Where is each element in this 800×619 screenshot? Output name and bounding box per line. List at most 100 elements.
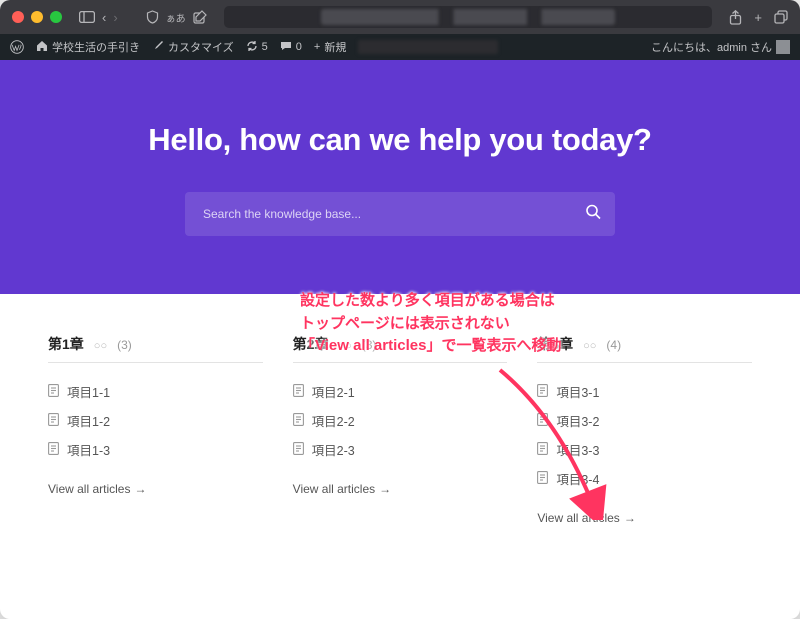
list-item[interactable]: 項目3-4 xyxy=(537,464,752,493)
list-item[interactable]: 項目1-1 xyxy=(48,377,263,406)
browser-window: ‹ › ぁあ + 学校生活 xyxy=(0,0,800,619)
wp-site-name: 学校生活の手引き xyxy=(52,39,140,55)
back-icon[interactable]: ‹ xyxy=(102,10,106,25)
arrow-right-icon: → xyxy=(379,482,391,496)
chapter-header[interactable]: 第1章 ○○ (3) xyxy=(48,334,263,363)
url-bar[interactable] xyxy=(224,6,713,28)
hero: Hello, how can we help you today? xyxy=(0,60,800,294)
list-item-label: 項目3-4 xyxy=(556,469,599,488)
search-icon[interactable] xyxy=(585,204,601,225)
chapter-title: 第3章 xyxy=(537,334,573,354)
plus-icon: + xyxy=(314,41,320,53)
list-item-label: 項目2-2 xyxy=(312,411,355,430)
close-icon[interactable] xyxy=(12,11,24,23)
article-list: 項目3-1 項目3-2 項目3-3 項目3-4 xyxy=(537,377,752,493)
document-icon xyxy=(293,442,304,458)
chapter-title: 第1章 xyxy=(48,334,84,354)
minimize-icon[interactable] xyxy=(31,11,43,23)
document-icon xyxy=(293,384,304,400)
wp-blur xyxy=(358,40,498,54)
wp-updates-link[interactable]: 5 xyxy=(246,40,268,55)
share-icon[interactable] xyxy=(729,10,742,25)
document-icon xyxy=(537,471,548,487)
forward-icon[interactable]: › xyxy=(113,10,117,25)
wp-updates-count: 5 xyxy=(262,41,268,53)
list-item-label: 項目2-3 xyxy=(312,440,355,459)
page-title: Hello, how can we help you today? xyxy=(40,122,760,158)
search-input[interactable] xyxy=(185,192,615,236)
chapter-count: (3) xyxy=(117,338,132,352)
list-item-label: 項目3-1 xyxy=(556,382,599,401)
wp-admin-bar: 学校生活の手引き カスタマイズ 5 0 + 新規 こんにちは、admi xyxy=(0,34,800,60)
list-item-label: 項目1-2 xyxy=(67,411,110,430)
column-1: 第1章 ○○ (3) 項目1-1 項目1-2 項目1-3 View all articles… xyxy=(48,334,263,525)
document-icon xyxy=(537,442,548,458)
chapter-subtitle: ○○ xyxy=(338,340,351,352)
list-item-label: 項目3-3 xyxy=(556,440,599,459)
home-icon xyxy=(36,40,48,55)
text-size-icon[interactable]: ぁあ xyxy=(166,10,186,25)
chapter-subtitle: ○○ xyxy=(94,340,107,352)
refresh-icon xyxy=(246,40,258,55)
list-item[interactable]: 項目1-3 xyxy=(48,435,263,464)
new-tab-icon[interactable]: + xyxy=(754,10,762,25)
column-3: 第3章 ○○ (4) 項目3-1 項目3-2 項目3-3 項目3-4 View all art… xyxy=(537,334,752,525)
list-item-label: 項目3-2 xyxy=(556,411,599,430)
view-all-link[interactable]: View all articles → xyxy=(293,482,508,496)
wp-site-link[interactable]: 学校生活の手引き xyxy=(36,39,140,55)
chapter-count: (3) xyxy=(362,338,377,352)
document-icon xyxy=(293,413,304,429)
article-list: 項目1-1 項目1-2 項目1-3 xyxy=(48,377,263,464)
list-item[interactable]: 項目2-1 xyxy=(293,377,508,406)
maximize-icon[interactable] xyxy=(50,11,62,23)
compose-icon[interactable] xyxy=(193,10,207,24)
view-all-link[interactable]: View all articles → xyxy=(537,511,752,525)
wp-greeting-text: こんにちは、admin さん xyxy=(651,39,772,55)
shield-icon[interactable] xyxy=(146,10,159,24)
comment-icon xyxy=(280,40,292,55)
avatar xyxy=(776,40,790,54)
chapter-header[interactable]: 第2章 ○○ (3) xyxy=(293,334,508,363)
view-all-link[interactable]: View all articles → xyxy=(48,482,263,496)
list-item[interactable]: 項目3-3 xyxy=(537,435,752,464)
wp-new-link[interactable]: + 新規 xyxy=(314,39,346,55)
list-item[interactable]: 項目2-3 xyxy=(293,435,508,464)
column-2: 第2章 ○○ (3) 項目2-1 項目2-2 項目2-3 View all articles… xyxy=(293,334,508,525)
list-item[interactable]: 項目2-2 xyxy=(293,406,508,435)
chapter-header[interactable]: 第3章 ○○ (4) xyxy=(537,334,752,363)
list-item[interactable]: 項目3-1 xyxy=(537,377,752,406)
mac-toolbar: ‹ › ぁあ + xyxy=(0,0,800,34)
list-item-label: 項目2-1 xyxy=(312,382,355,401)
arrow-right-icon: → xyxy=(624,511,636,525)
view-all-label: View all articles xyxy=(48,482,130,496)
view-all-label: View all articles xyxy=(293,482,375,496)
document-icon xyxy=(48,413,59,429)
window-controls xyxy=(12,11,62,23)
article-list: 項目2-1 項目2-2 項目2-3 xyxy=(293,377,508,464)
list-item[interactable]: 項目1-2 xyxy=(48,406,263,435)
url-blur xyxy=(321,9,614,25)
sidebar-toggle-icon[interactable] xyxy=(79,11,95,23)
chapter-subtitle: ○○ xyxy=(583,340,596,352)
chapter-count: (4) xyxy=(606,338,621,352)
list-item-label: 項目1-1 xyxy=(67,382,110,401)
wp-logo-icon[interactable] xyxy=(10,40,24,54)
wp-customize-link[interactable]: カスタマイズ xyxy=(152,39,234,55)
view-all-label: View all articles xyxy=(537,511,619,525)
chapter-title: 第2章 xyxy=(293,334,329,354)
wp-greeting[interactable]: こんにちは、admin さん xyxy=(651,39,790,55)
article-columns: 第1章 ○○ (3) 項目1-1 項目1-2 項目1-3 View all articles… xyxy=(0,294,800,555)
document-icon xyxy=(48,384,59,400)
document-icon xyxy=(48,442,59,458)
tabs-icon[interactable] xyxy=(774,10,788,25)
arrow-right-icon: → xyxy=(134,482,146,496)
brush-icon xyxy=(152,40,164,55)
wp-comments-link[interactable]: 0 xyxy=(280,40,302,55)
search-wrap xyxy=(185,192,615,236)
wp-comments-count: 0 xyxy=(296,41,302,53)
list-item[interactable]: 項目3-2 xyxy=(537,406,752,435)
document-icon xyxy=(537,384,548,400)
wp-customize-label: カスタマイズ xyxy=(168,39,234,55)
document-icon xyxy=(537,413,548,429)
list-item-label: 項目1-3 xyxy=(67,440,110,459)
